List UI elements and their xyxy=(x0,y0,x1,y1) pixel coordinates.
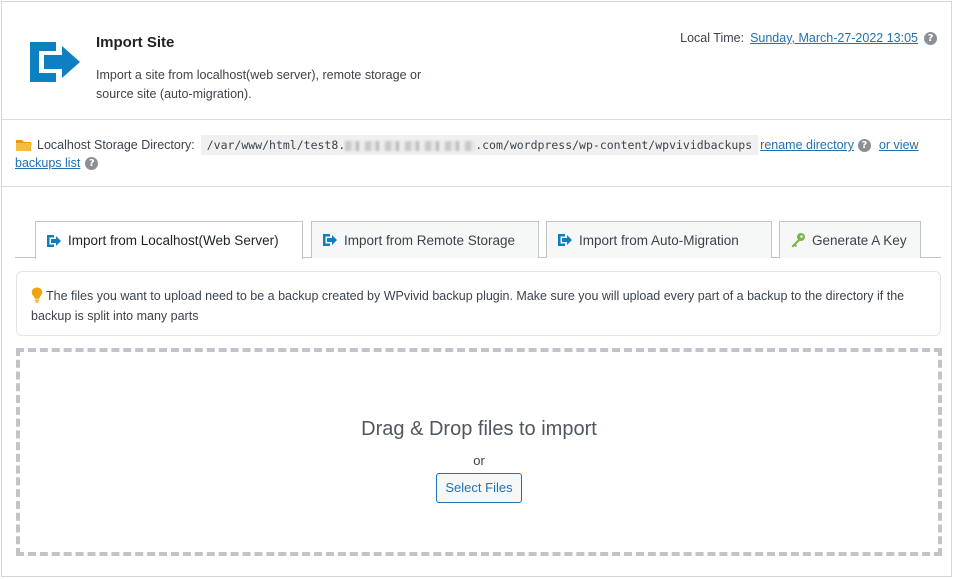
rename-directory-link[interactable]: rename directory xyxy=(760,138,854,152)
import-arrow-icon xyxy=(558,234,572,246)
import-site-panel: Import Site Import a site from localhost… xyxy=(1,1,952,577)
page-description: Import a site from localhost(web server)… xyxy=(96,68,422,101)
dropzone-title: Drag & Drop files to import xyxy=(361,418,597,440)
tab-label: Import from Remote Storage xyxy=(344,232,516,248)
local-time-label: Local Time: xyxy=(680,31,745,45)
tab-label: Import from Localhost(Web Server) xyxy=(68,233,279,248)
local-time: Local Time: Sunday, March-27-2022 13:05 … xyxy=(680,31,937,45)
redacted-path xyxy=(345,140,476,151)
upload-notice: The files you want to upload need to be … xyxy=(16,271,941,336)
lightbulb-icon xyxy=(31,287,43,303)
tab-import-auto-migration[interactable]: Import from Auto-Migration xyxy=(546,221,772,258)
tab-import-remote[interactable]: Import from Remote Storage xyxy=(311,221,539,258)
storage-directory-row-2: backups list ? xyxy=(15,156,99,170)
import-tabs: Import from Localhost(Web Server) Import… xyxy=(15,221,941,259)
help-icon[interactable]: ? xyxy=(924,31,937,45)
path-suffix: .com/wordpress/wp-content/wpvividbackups xyxy=(475,138,753,152)
select-files-button[interactable]: Select Files xyxy=(436,473,522,503)
tab-label: Generate A Key xyxy=(812,232,907,248)
page-header: Import Site Import a site from localhost… xyxy=(2,2,951,120)
notice-text: The files you want to upload need to be … xyxy=(31,289,905,323)
storage-directory-path: /var/www/html/test8. .com/wordpress/wp-co… xyxy=(200,135,759,155)
view-backups-link-continued[interactable]: backups list xyxy=(15,156,80,170)
import-logo-icon xyxy=(30,42,80,82)
help-icon[interactable]: ? xyxy=(857,138,871,152)
path-prefix: /var/www/html/test8. xyxy=(206,138,346,152)
tab-import-localhost[interactable]: Import from Localhost(Web Server) xyxy=(35,221,303,259)
file-dropzone[interactable]: Drag & Drop files to import or Select Fi… xyxy=(16,348,942,556)
folder-icon xyxy=(16,140,32,151)
storage-directory-section: Localhost Storage Directory: /var/www/ht… xyxy=(2,121,951,187)
local-time-link[interactable]: Sunday, March-27-2022 13:05 xyxy=(750,31,918,45)
tab-label: Import from Auto-Migration xyxy=(579,232,739,248)
help-icon[interactable]: ? xyxy=(85,156,99,170)
view-backups-link[interactable]: or view xyxy=(879,138,919,152)
import-arrow-icon xyxy=(323,234,337,246)
dropzone-or: or xyxy=(473,453,485,468)
storage-directory-label: Localhost Storage Directory: xyxy=(37,138,195,152)
storage-directory-row: Localhost Storage Directory: /var/www/ht… xyxy=(15,135,919,155)
page-title: Import Site xyxy=(96,34,175,51)
import-arrow-icon xyxy=(47,234,61,247)
key-icon xyxy=(791,233,805,248)
tab-generate-key[interactable]: Generate A Key xyxy=(779,221,921,258)
